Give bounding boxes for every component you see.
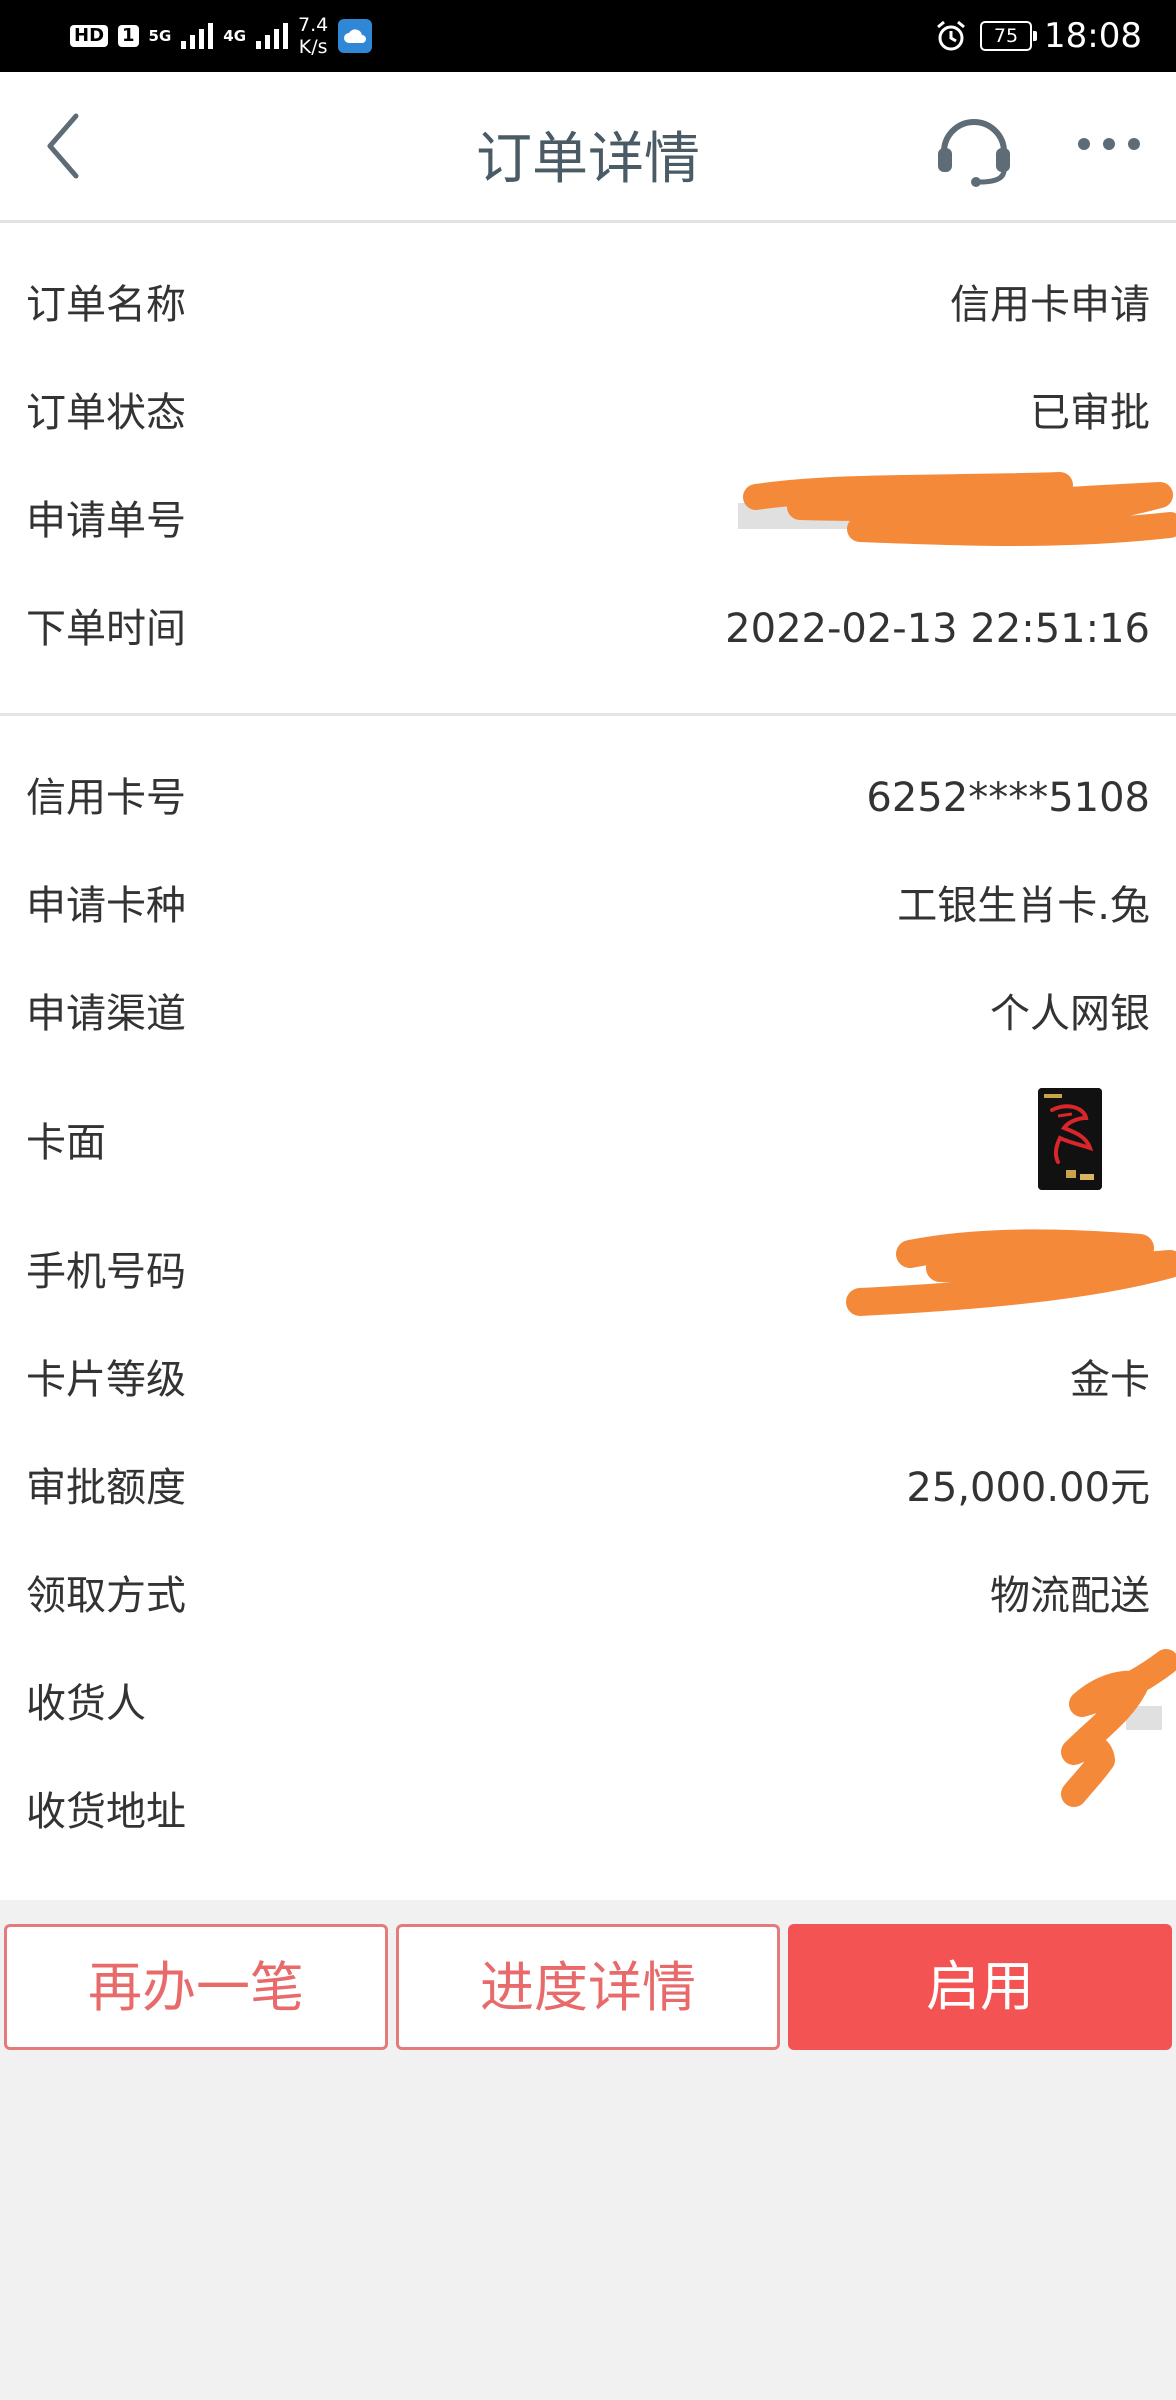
card-type-label: 申请卡种 (26, 883, 186, 929)
channel-row: 申请渠道 个人网银 (0, 960, 1176, 1068)
channel-label: 申请渠道 (26, 991, 186, 1037)
sim-badge: 1 (118, 25, 139, 47)
credit-limit-row: 审批额度 25,000.00元 (0, 1434, 1176, 1542)
redaction-mark (738, 472, 1176, 546)
activate-button[interactable]: 启用 (788, 1924, 1172, 2050)
credit-limit-label: 审批额度 (26, 1465, 186, 1511)
card-face-row: 卡面 (0, 1068, 1176, 1218)
progress-details-button[interactable]: 进度详情 (396, 1924, 780, 2050)
network-5g-label: 5G (148, 26, 172, 45)
rabbit-card-art (1038, 1088, 1102, 1190)
order-name-row: 订单名称 信用卡申请 (0, 251, 1176, 359)
application-number-label: 申请单号 (26, 498, 186, 544)
card-type-row: 申请卡种 工银生肖卡.兔 (0, 852, 1176, 960)
alarm-icon (937, 20, 965, 51)
redaction-mark (846, 1229, 1176, 1316)
hd-badge: HD (70, 25, 109, 47)
status-bar: HD 1 5G 4G 7.4 K/s 75 18:08 (0, 0, 1176, 72)
order-name-label: 订单名称 (26, 282, 186, 328)
order-info-section: 订单名称 信用卡申请 订单状态 已审批 申请单号 下单时间 2022-02-13… (0, 223, 1176, 713)
pickup-method-value: 物流配送 (990, 1573, 1150, 1619)
recipient-label: 收货人 (26, 1681, 146, 1727)
card-face-image[interactable] (1038, 1088, 1102, 1190)
credit-limit-value: 25,000.00元 (906, 1465, 1150, 1511)
channel-value: 个人网银 (990, 991, 1150, 1037)
order-time-value: 2022-02-13 22:51:16 (725, 606, 1150, 652)
ellipsis-icon (1078, 138, 1140, 150)
signal-icon (181, 23, 214, 49)
redaction-mark (1061, 1649, 1176, 1807)
network-speed-unit: K/s (298, 36, 328, 58)
battery-indicator: 75 (980, 21, 1038, 51)
phone-label: 手机号码 (26, 1249, 186, 1295)
phone-row: 手机号码 (0, 1218, 1176, 1326)
status-left: HD 1 5G 4G 7.4 K/s (70, 0, 373, 72)
order-name-value: 信用卡申请 (950, 282, 1150, 328)
address-label: 收货地址 (26, 1789, 186, 1835)
order-status-label: 订单状态 (26, 390, 186, 436)
card-face-label: 卡面 (26, 1120, 106, 1166)
pickup-method-row: 领取方式 物流配送 (0, 1542, 1176, 1650)
status-right: 75 18:08 (934, 0, 1142, 72)
card-info-section: 信用卡号 6252****5108 申请卡种 工银生肖卡.兔 申请渠道 个人网银… (0, 716, 1176, 1900)
order-status-value: 已审批 (1030, 390, 1150, 436)
order-status-row: 订单状态 已审批 (0, 359, 1176, 467)
pickup-method-label: 领取方式 (26, 1573, 186, 1619)
signal-icon (256, 23, 289, 49)
headset-icon (938, 119, 1010, 187)
apply-again-button[interactable]: 再办一笔 (4, 1924, 388, 2050)
customer-service-button[interactable] (934, 108, 1014, 188)
clock: 18:08 (1044, 16, 1142, 56)
address-row: 收货地址 (0, 1758, 1176, 1866)
card-type-value: 工银生肖卡.兔 (897, 883, 1150, 929)
card-level-label: 卡片等级 (26, 1357, 186, 1403)
order-time-row: 下单时间 2022-02-13 22:51:16 (0, 575, 1176, 683)
application-number-row: 申请单号 (0, 467, 1176, 575)
card-number-row: 信用卡号 6252****5108 (0, 744, 1176, 852)
network-4g-label: 4G (223, 26, 247, 45)
card-level-value: 金卡 (1070, 1357, 1150, 1403)
order-time-label: 下单时间 (26, 606, 186, 652)
recipient-row: 收货人 (0, 1650, 1176, 1758)
weather-cloud-icon (338, 19, 373, 53)
card-number-label: 信用卡号 (26, 775, 186, 821)
card-number-value: 6252****5108 (866, 775, 1150, 821)
network-speed-value: 7.4 (298, 14, 329, 36)
more-options-button[interactable] (1074, 114, 1144, 174)
card-level-row: 卡片等级 金卡 (0, 1326, 1176, 1434)
nav-header: 订单详情 (0, 72, 1176, 223)
network-speed: 7.4 K/s (298, 14, 328, 58)
